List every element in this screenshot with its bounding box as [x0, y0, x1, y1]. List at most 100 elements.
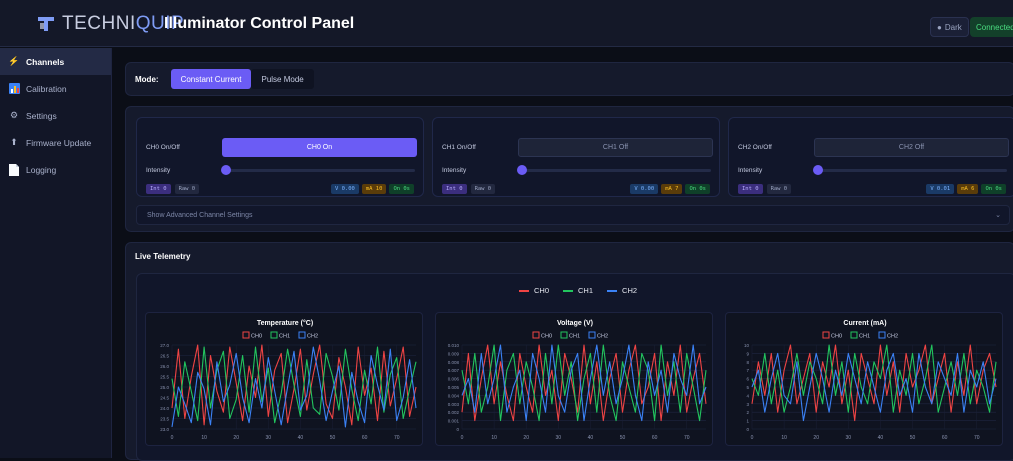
chart-voltage: Voltage (V) CH0 CH1 CH2 0.010 0.009 0.008 0.007… — [435, 312, 713, 446]
channel-toggle-button[interactable]: CH2 Off — [814, 138, 1009, 157]
y-tick-label: 3 — [746, 402, 749, 407]
x-tick-label: 40 — [588, 435, 594, 441]
advanced-settings-label: Show Advanced Channel Settings — [147, 211, 253, 219]
legend-swatch[interactable] — [532, 331, 540, 339]
raw-badge: Raw 0 — [470, 184, 496, 194]
y-tick-label: 0.009 — [448, 351, 460, 356]
x-tick-label: 60 — [362, 435, 368, 441]
legend-item-ch2[interactable]: CH2 — [607, 286, 637, 295]
telemetry-legend: CH0 CH1 CH2 — [519, 286, 637, 295]
sidebar-item-settings[interactable]: ⚙ Settings — [0, 102, 111, 129]
legend-swatch[interactable] — [588, 331, 596, 339]
legend-swatch[interactable] — [822, 331, 830, 339]
y-tick-label: 25.5 — [160, 375, 169, 380]
y-tick-label: 0.008 — [448, 360, 460, 365]
y-tick-label: 10 — [744, 343, 750, 348]
channel-onoff-label: CH1 On/Off — [442, 144, 476, 151]
voltage-badge: V 0.00 — [331, 184, 359, 194]
intensity-slider-thumb[interactable] — [813, 165, 823, 175]
legend-label: CH0 — [251, 334, 262, 340]
chart-title: Current (mA) — [843, 320, 886, 327]
legend-swatch[interactable] — [850, 331, 858, 339]
x-tick-label: 20 — [813, 435, 819, 441]
intensity-slider-thumb[interactable] — [221, 165, 231, 175]
connection-status-button[interactable]: Connected — [970, 17, 1013, 37]
channel-toggle-button[interactable]: CH1 Off — [518, 138, 713, 157]
y-tick-label: 1 — [746, 419, 749, 424]
y-tick-label: 23.5 — [160, 417, 169, 422]
x-tick-label: 0 — [751, 435, 754, 441]
top-bar: TECHNIQUIP Illuminator Control Panel ● D… — [0, 0, 1013, 47]
current-badge: mA 6 — [957, 184, 979, 194]
x-tick-label: 70 — [684, 435, 690, 441]
y-tick-label: 0.005 — [448, 385, 460, 390]
channel-toggle-button[interactable]: CH0 On — [222, 138, 417, 157]
legend-swatch[interactable] — [270, 331, 278, 339]
y-tick-label: 26.0 — [160, 364, 169, 369]
theme-toggle-button[interactable]: ● Dark — [930, 17, 969, 37]
chevron-down-icon: ⌄ — [995, 212, 1001, 219]
sidebar-item-channels[interactable]: ⚡ Channels — [0, 48, 111, 75]
legend-item-ch1[interactable]: CH1 — [563, 286, 593, 295]
mode-constant-current-button[interactable]: Constant Current — [170, 69, 252, 89]
chart-title: Voltage (V) — [557, 320, 593, 327]
channel-onoff-label: CH2 On/Off — [738, 144, 772, 151]
legend-label: CH1 — [578, 286, 594, 295]
intensity-slider-track[interactable] — [819, 169, 1007, 172]
int-badge: Int 0 — [442, 184, 467, 194]
y-tick-label: 0.003 — [448, 402, 460, 407]
x-tick-label: 50 — [620, 435, 626, 441]
y-tick-label: 2 — [746, 410, 749, 415]
y-tick-label: 9 — [746, 351, 749, 356]
brand-logo: TECHNIQUIP — [36, 13, 184, 35]
legend-swatch[interactable] — [242, 331, 250, 339]
chart-current-svg: Current (mA)CH0 CH1 CH21098765432100 10 20 30… — [744, 320, 997, 441]
int-badge: Int 0 — [738, 184, 763, 194]
legend-swatch[interactable] — [560, 331, 568, 339]
sidebar-item-calibration[interactable]: Calibration — [0, 75, 111, 102]
x-tick-label: 70 — [974, 435, 980, 441]
raw-badge: Raw 0 — [174, 184, 200, 194]
legend-swatch[interactable] — [298, 331, 306, 339]
advanced-settings-toggle[interactable]: Show Advanced Channel Settings ⌄ — [136, 205, 1010, 225]
x-tick-label: 20 — [233, 435, 239, 441]
intensity-slider-track[interactable] — [227, 169, 415, 172]
y-tick-label: 4 — [746, 393, 749, 398]
channel-card-ch0: CH0 On/Off CH0 On Intensity Int 0 Raw 0 … — [136, 117, 424, 197]
chart-temperature: Temperature (°C) CH0 CH1 CH2 27.0 26.5 26.0 25.… — [145, 312, 423, 446]
x-tick-label: 60 — [942, 435, 948, 441]
legend-label: CH1 — [279, 334, 290, 340]
chart-temperature-svg: Temperature (°C) CH0 CH1 CH2 27.0 26.5 26.0 25.… — [160, 319, 417, 441]
y-tick-label: 0.002 — [448, 410, 460, 415]
intensity-label: Intensity — [146, 167, 171, 174]
lightning-icon: ⚡ — [8, 56, 20, 66]
intensity-slider-thumb[interactable] — [517, 165, 527, 175]
legend-label: CH2 — [887, 334, 898, 340]
app-title: Illuminator Control Panel — [164, 15, 355, 32]
intensity-slider-track[interactable] — [523, 169, 711, 172]
legend-item-ch0[interactable]: CH0 — [519, 286, 549, 295]
legend-swatch — [563, 289, 574, 292]
gear-icon: ⚙ — [9, 110, 19, 120]
legend-swatch[interactable] — [878, 331, 886, 339]
sidebar-item-firmware-update[interactable]: ⬆ Firmware Update — [0, 129, 111, 156]
logo-icon — [36, 14, 56, 34]
on-time-badge: On 0s — [981, 184, 1006, 194]
legend-label: CH2 — [597, 334, 608, 340]
legend-label: CH1 — [569, 334, 580, 340]
voltage-badge: V 0.01 — [926, 184, 955, 194]
chart-title: Temperature (°C) — [257, 319, 313, 327]
sidebar-item-logging[interactable]: Logging — [0, 156, 111, 183]
channel-onoff-label: CH0 On/Off — [146, 144, 180, 151]
chart-current: Current (mA) CH0 CH1 CH2 10 9 8 7 6 5 4 3 2 1 0 0 10 20 30… — [725, 312, 1003, 446]
y-tick-label: 24.0 — [160, 406, 169, 411]
mode-pulse-button[interactable]: Pulse Mode — [251, 69, 314, 89]
y-tick-label: 0 — [746, 427, 749, 432]
sidebar-item-label: Settings — [26, 110, 57, 121]
current-badge: mA 10 — [361, 184, 387, 194]
telemetry-panel: Live Telemetry CH0 CH1 CH2 Temperature (… — [125, 242, 1013, 461]
sidebar-item-label: Channels — [26, 56, 65, 67]
y-tick-label: 7 — [746, 368, 749, 373]
x-tick-label: 30 — [266, 435, 272, 441]
main-content: Mode: Constant Current Pulse Mode CH0 On… — [113, 48, 1013, 461]
